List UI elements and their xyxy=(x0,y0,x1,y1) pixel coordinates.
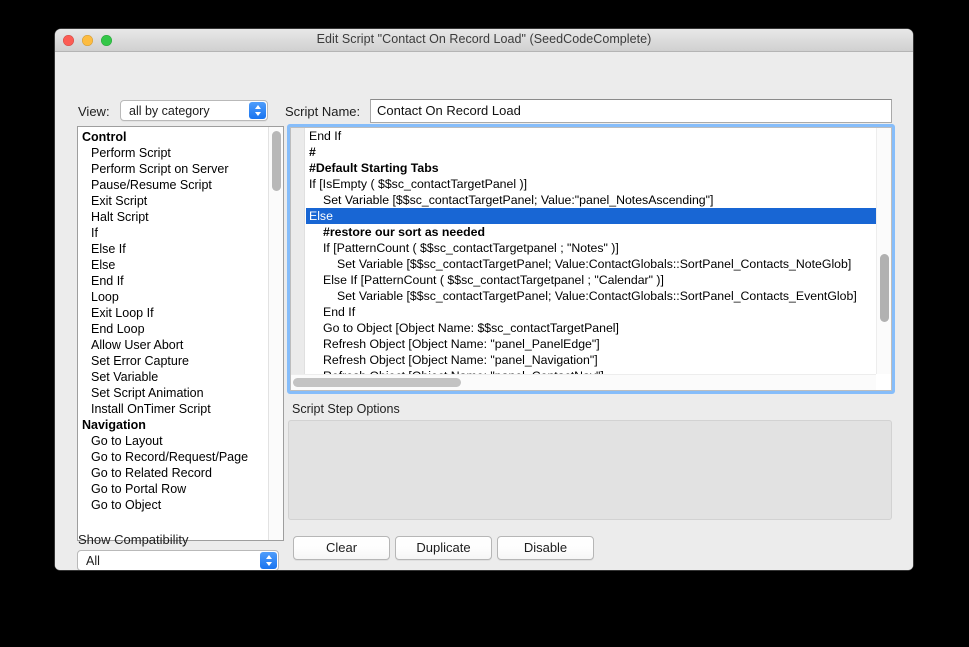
script-line[interactable]: Go to Object [Object Name: $$sc_contactT… xyxy=(306,320,876,336)
step-library-item[interactable]: If xyxy=(78,225,267,241)
edit-script-window: Edit Script "Contact On Record Load" (Se… xyxy=(55,29,913,570)
step-library-item[interactable]: Go to Related Record xyxy=(78,465,267,481)
step-library-item[interactable]: Set Error Capture xyxy=(78,353,267,369)
script-line[interactable]: Refresh Object [Object Name: "panel_Pane… xyxy=(306,336,876,352)
script-line[interactable]: #restore our sort as needed xyxy=(306,224,876,240)
script-line[interactable]: Refresh Object [Object Name: "panel_Navi… xyxy=(306,352,876,368)
script-editor-vscroll-thumb[interactable] xyxy=(880,254,889,322)
step-category-header: Control xyxy=(78,129,267,145)
script-editor-inner[interactable]: End If##Default Starting TabsIf [IsEmpty… xyxy=(290,127,892,391)
window-content: View: all by category Script Name: Conta… xyxy=(55,52,913,570)
script-editor[interactable]: End If##Default Starting TabsIf [IsEmpty… xyxy=(287,124,895,394)
script-name-input[interactable]: Contact On Record Load xyxy=(370,99,892,123)
script-name-label: Script Name: xyxy=(285,104,360,119)
chevron-updown-icon xyxy=(260,552,277,569)
chevron-updown-icon xyxy=(249,102,266,119)
step-library-item[interactable]: Set Script Animation xyxy=(78,385,267,401)
step-library-item[interactable]: Perform Script xyxy=(78,145,267,161)
script-editor-gutter xyxy=(291,128,305,390)
step-library-item[interactable]: Pause/Resume Script xyxy=(78,177,267,193)
script-editor-vscrollbar[interactable] xyxy=(876,128,891,374)
step-category-header: Navigation xyxy=(78,417,267,433)
script-line[interactable]: Set Variable [$$sc_contactTargetPanel; V… xyxy=(306,288,876,304)
script-line[interactable]: If [PatternCount ( $$sc_contactTargetpan… xyxy=(306,240,876,256)
script-line[interactable]: Set Variable [$$sc_contactTargetPanel; V… xyxy=(306,192,876,208)
script-editor-hscrollbar[interactable] xyxy=(291,374,876,390)
step-library-item[interactable]: Go to Portal Row xyxy=(78,481,267,497)
step-library-item[interactable]: Go to Record/Request/Page xyxy=(78,449,267,465)
clear-button[interactable]: Clear xyxy=(293,536,390,560)
script-line[interactable]: End If xyxy=(306,304,876,320)
step-library-item[interactable]: Allow User Abort xyxy=(78,337,267,353)
step-library-item[interactable]: Halt Script xyxy=(78,209,267,225)
window-titlebar: Edit Script "Contact On Record Load" (Se… xyxy=(55,29,913,52)
view-label: View: xyxy=(78,104,110,119)
step-library-item[interactable]: Go to Layout xyxy=(78,433,267,449)
step-library-item[interactable]: Perform Script on Server xyxy=(78,161,267,177)
script-step-options-label: Script Step Options xyxy=(292,402,400,416)
step-library-item[interactable]: End Loop xyxy=(78,321,267,337)
view-select-value: all by category xyxy=(129,104,210,118)
script-line[interactable]: #Default Starting Tabs xyxy=(306,160,876,176)
script-line[interactable]: End If xyxy=(306,128,876,144)
step-library-item[interactable]: Else xyxy=(78,257,267,273)
show-compatibility-label: Show Compatibility xyxy=(78,532,189,547)
duplicate-button[interactable]: Duplicate xyxy=(395,536,492,560)
script-line-selected[interactable]: Else xyxy=(306,208,876,224)
step-library-item[interactable]: Install OnTimer Script xyxy=(78,401,267,417)
compatibility-select-value: All xyxy=(86,554,100,568)
script-step-options-panel xyxy=(288,420,892,520)
script-line[interactable]: Else If [PatternCount ( $$sc_contactTarg… xyxy=(306,272,876,288)
script-step-library[interactable]: ControlPerform ScriptPerform Script on S… xyxy=(77,126,284,541)
step-library-item[interactable]: End If xyxy=(78,273,267,289)
script-line[interactable]: # xyxy=(306,144,876,160)
step-library-item[interactable]: Loop xyxy=(78,289,267,305)
step-library-scroll-thumb[interactable] xyxy=(272,131,281,191)
step-library-item[interactable]: Exit Script xyxy=(78,193,267,209)
script-step-library-list[interactable]: ControlPerform ScriptPerform Script on S… xyxy=(78,127,267,540)
step-library-item[interactable]: Go to Object xyxy=(78,497,267,513)
script-line[interactable]: Set Variable [$$sc_contactTargetPanel; V… xyxy=(306,256,876,272)
script-name-value: Contact On Record Load xyxy=(377,103,521,118)
compatibility-select[interactable]: All xyxy=(77,550,279,570)
script-step-list[interactable]: End If##Default Starting TabsIf [IsEmpty… xyxy=(306,128,876,374)
step-library-item[interactable]: Exit Loop If xyxy=(78,305,267,321)
view-select[interactable]: all by category xyxy=(120,100,268,121)
step-library-item[interactable]: Else If xyxy=(78,241,267,257)
step-library-item[interactable]: Set Variable xyxy=(78,369,267,385)
window-title: Edit Script "Contact On Record Load" (Se… xyxy=(55,32,913,46)
step-library-scrollbar[interactable] xyxy=(268,127,283,540)
disable-button[interactable]: Disable xyxy=(497,536,594,560)
script-editor-hscroll-thumb[interactable] xyxy=(293,378,461,387)
script-line[interactable]: If [IsEmpty ( $$sc_contactTargetPanel )] xyxy=(306,176,876,192)
